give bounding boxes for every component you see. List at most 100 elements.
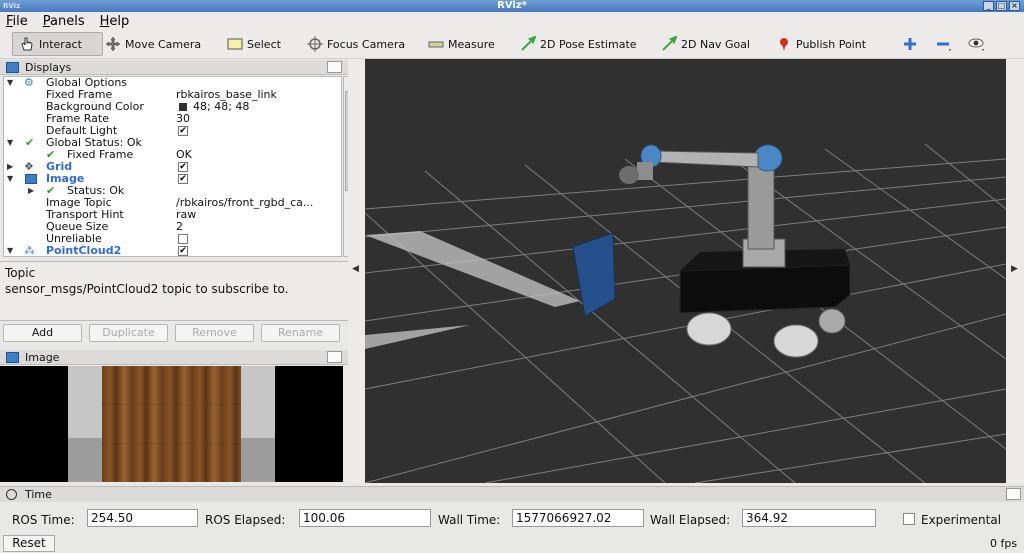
image-icon (25, 174, 37, 184)
duplicate-display-button[interactable]: Duplicate (89, 324, 168, 342)
menu-bar: File Panels Help (0, 12, 1024, 30)
grid-icon: ❖ (24, 160, 34, 173)
expand-arrow-icon[interactable]: ▼ (7, 173, 13, 185)
frame-rate-value[interactable]: 30 (176, 113, 190, 125)
hand-cursor-icon (19, 36, 35, 52)
robot-model (619, 144, 851, 358)
3d-render-viewport[interactable] (365, 59, 1006, 483)
collapse-left-icon[interactable]: ◀ (352, 264, 359, 274)
expand-arrow-icon[interactable]: ▼ (7, 245, 13, 256)
remove-tool-button[interactable] (935, 32, 955, 56)
menu-file[interactable]: File (6, 14, 28, 29)
ruler-icon (428, 36, 444, 52)
experimental-checkbox[interactable] (903, 513, 915, 525)
time-panel-header: Time (0, 486, 1024, 502)
add-display-button[interactable]: Add (3, 324, 82, 342)
green-arrow-icon (661, 35, 678, 52)
displays-float-button[interactable] (327, 61, 342, 73)
ros-time-field[interactable]: 254.50 (87, 509, 198, 527)
unreliable-checkbox[interactable] (178, 234, 188, 244)
expand-right-icon[interactable]: ▶ (1011, 264, 1018, 274)
focus-camera-tool-button[interactable]: Focus Camera (307, 32, 405, 56)
interact-tool-button[interactable]: Interact (12, 32, 103, 56)
window-title-bar: RViz RViz* _ □ × (0, 0, 1024, 12)
image-icon (6, 351, 19, 363)
wall-elapsed-field[interactable]: 364.92 (742, 509, 876, 527)
minus-icon (935, 36, 951, 52)
camera-plane (572, 232, 616, 317)
window-title: RViz* (497, 0, 527, 11)
close-button[interactable]: × (1009, 1, 1020, 11)
displays-panel-header: Displays (0, 60, 362, 75)
select-rect-icon (227, 36, 243, 52)
image-enabled-checkbox[interactable]: ✔ (178, 174, 188, 184)
fixed-frame-status-value: OK (176, 148, 192, 161)
publish-point-tool-button[interactable]: Publish Point (776, 32, 866, 56)
camera-image-view (0, 366, 343, 482)
focus-camera-label: Focus Camera (327, 37, 406, 51)
fps-counter: 0 fps (990, 537, 1018, 550)
tool-bar: Interact Move Camera Select Focus Camera… (0, 30, 1024, 59)
experimental-label: Experimental (921, 513, 1002, 527)
grid-lines (365, 143, 1006, 483)
add-tool-button[interactable] (902, 32, 922, 56)
property-description: Topic sensor_msgs/PointCloud2 topic to s… (0, 261, 362, 321)
remove-display-button[interactable]: Remove (175, 324, 254, 342)
ros-elapsed-field[interactable]: 100.06 (299, 509, 431, 527)
rviz-app-icon: RViz (3, 2, 21, 10)
pointcloud-floor (365, 231, 580, 349)
description-title: Topic (5, 266, 36, 280)
red-pin-icon (776, 36, 792, 52)
background-color-value[interactable]: 48; 48; 48 (193, 101, 249, 113)
green-arrow-icon (520, 35, 537, 52)
image-float-button[interactable] (327, 351, 342, 363)
image-topic-value[interactable]: /rbkairos/front_rgbd_ca... (176, 197, 313, 209)
move-camera-label: Move Camera (125, 37, 202, 51)
displays-panel-title: Displays (25, 60, 72, 74)
2d-pose-estimate-tool-button[interactable]: 2D Pose Estimate (520, 32, 637, 56)
menu-help[interactable]: Help (100, 14, 130, 29)
2d-nav-goal-tool-button[interactable]: 2D Nav Goal (661, 32, 750, 56)
image-region-left (68, 366, 102, 482)
right-splitter[interactable]: ▶ (1006, 59, 1024, 483)
2d-nav-goal-label: 2D Nav Goal (681, 37, 750, 51)
wall-time-field[interactable]: 1577066927.02 (512, 509, 644, 527)
queue-size-value[interactable]: 2 (176, 221, 183, 233)
reset-button[interactable]: Reset (3, 535, 55, 552)
view-options-button[interactable] (968, 32, 988, 56)
expand-arrow-icon[interactable]: ▼ (7, 77, 13, 89)
clock-icon (6, 489, 17, 500)
interact-label: Interact (39, 37, 82, 51)
publish-point-label: Publish Point (796, 37, 867, 51)
plus-icon (902, 36, 918, 52)
crosshair-icon (307, 36, 323, 52)
wall-elapsed-label: Wall Elapsed: (650, 513, 731, 527)
image-region-wood (102, 366, 241, 482)
grid-enabled-checkbox[interactable]: ✔ (178, 162, 188, 172)
monitor-icon (6, 61, 19, 73)
move-arrows-icon (105, 36, 121, 52)
image-panel-header: Image (0, 350, 362, 365)
time-float-button[interactable] (1006, 488, 1021, 500)
displays-tree[interactable]: ▼ ⚙ Global Options Fixed Frame rbkairos_… (3, 76, 342, 257)
minimize-button[interactable]: _ (983, 1, 994, 11)
wall-time-label: Wall Time: (438, 513, 501, 527)
tree-row-pointcloud2[interactable]: ▼ ⁂ PointCloud2 ✔ (4, 245, 341, 256)
pointcloud2-enabled-checkbox[interactable]: ✔ (178, 246, 188, 256)
move-camera-tool-button[interactable]: Move Camera (105, 32, 201, 56)
rename-display-button[interactable]: Rename (261, 324, 340, 342)
expand-arrow-icon[interactable]: ▼ (7, 137, 13, 149)
checkmark-icon: ✔ (25, 136, 35, 149)
measure-tool-button[interactable]: Measure (428, 32, 495, 56)
maximize-button[interactable]: □ (996, 1, 1007, 11)
collapse-arrow-icon[interactable]: ▶ (7, 161, 13, 173)
collapse-arrow-icon[interactable]: ▶ (28, 185, 34, 197)
select-label: Select (247, 37, 281, 51)
color-swatch (179, 103, 187, 111)
description-text: sensor_msgs/PointCloud2 topic to subscri… (5, 282, 289, 296)
default-light-checkbox[interactable]: ✔ (178, 126, 188, 136)
image-panel-title: Image (25, 350, 60, 364)
left-splitter[interactable]: ◀ (348, 59, 364, 483)
menu-panels[interactable]: Panels (43, 14, 85, 29)
select-tool-button[interactable]: Select (227, 32, 281, 56)
